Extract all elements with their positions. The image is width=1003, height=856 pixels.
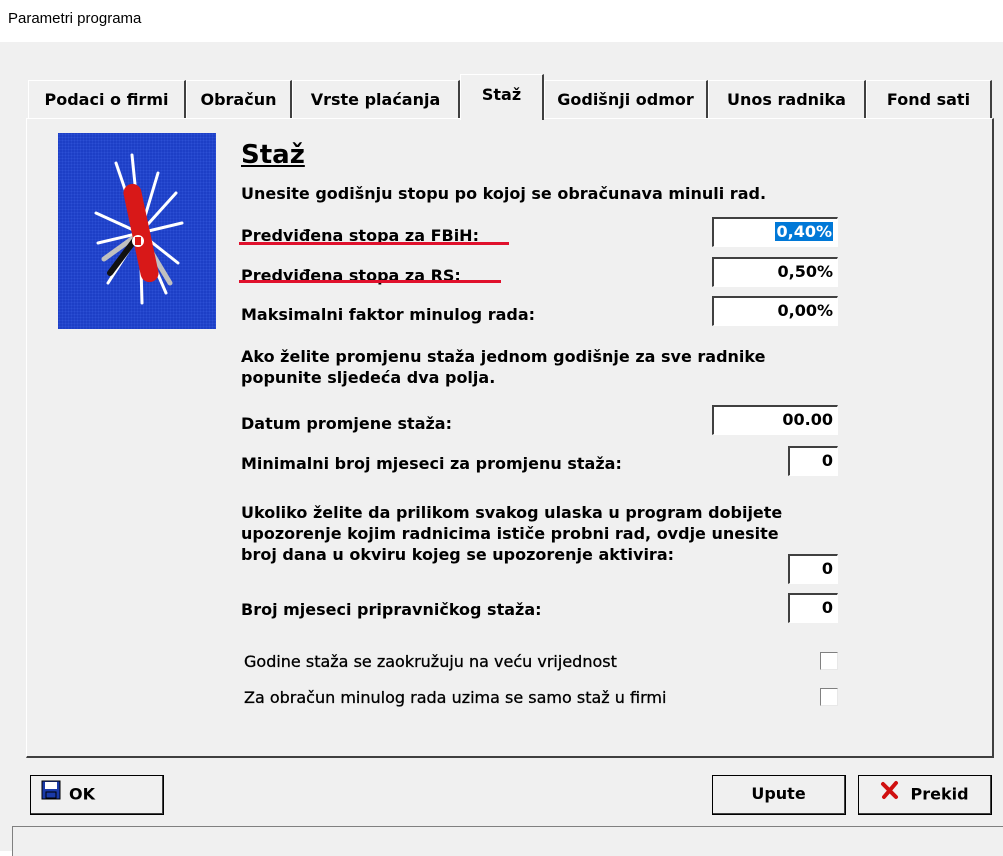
intro-text: Unesite godišnju stopu po kojoj se obrač… — [241, 184, 767, 203]
firm-only-label: Za obračun minulog rada uzima se samo st… — [244, 688, 667, 707]
annotation-underline — [239, 242, 509, 245]
rs-rate-field[interactable]: 0,50% — [712, 257, 838, 287]
tab-fond-sati[interactable]: Fond sati — [866, 80, 992, 118]
tab-godisnji-odmor[interactable]: Godišnji odmor — [544, 80, 708, 118]
round-up-label: Godine staža se zaokružuju na veću vrije… — [244, 652, 617, 671]
probation-line2: upozorenje kojim radnicima ističe probni… — [241, 524, 779, 543]
title-bar: Parametri programa — [0, 0, 1003, 42]
tab-label: Staž — [481, 85, 522, 104]
cancel-button[interactable]: Prekid — [858, 775, 992, 815]
probation-days-value: 0 — [821, 559, 833, 578]
intern-months-label: Broj mjeseci pripravničkog staža: — [241, 600, 542, 619]
change-date-field[interactable]: 00.00 — [712, 405, 838, 435]
change-date-value: 00.00 — [782, 410, 833, 429]
annotation-underline — [239, 280, 501, 283]
status-bar — [12, 826, 1003, 856]
swiss-knife-icon — [94, 153, 184, 305]
min-months-field[interactable]: 0 — [788, 446, 838, 476]
page-heading: Staž — [241, 140, 305, 170]
intern-months-field[interactable]: 0 — [788, 593, 838, 623]
save-disk-icon — [41, 777, 61, 813]
round-up-checkbox[interactable] — [820, 652, 838, 670]
probation-line1: Ukoliko želite da prilikom svakog ulaska… — [241, 503, 783, 522]
tab-label: Godišnji odmor — [557, 90, 694, 109]
change-date-label: Datum promjene staža: — [241, 414, 452, 433]
window-title: Parametri programa — [8, 10, 142, 27]
help-button[interactable]: Upute — [712, 775, 846, 815]
tab-label: Podaci o firmi — [44, 90, 169, 109]
tab-obracun[interactable]: Obračun — [186, 80, 292, 118]
ok-button[interactable]: OK — [30, 775, 164, 815]
min-months-label: Minimalni broj mjeseci za promjenu staža… — [241, 454, 622, 473]
tab-unos-radnika[interactable]: Unos radnika — [708, 80, 866, 118]
tab-podaci-o-firmi[interactable]: Podaci o firmi — [28, 80, 186, 118]
red-x-icon — [880, 777, 900, 813]
ok-button-label: OK — [69, 784, 95, 804]
tab-label: Fond sati — [886, 90, 971, 109]
min-months-value: 0 — [821, 451, 833, 470]
change-intro-line1: Ako želite promjenu staža jednom godišnj… — [241, 347, 766, 366]
intern-months-value: 0 — [821, 598, 833, 617]
tab-vrste-placanja[interactable]: Vrste plaćanja — [292, 80, 460, 118]
tab-label: Obračun — [200, 90, 277, 109]
probation-line3: broj dana u okviru kojeg se upozorenje a… — [241, 545, 675, 564]
max-factor-value: 0,00% — [777, 301, 833, 320]
swiss-knife-logo — [58, 133, 216, 329]
tab-label: Vrste plaćanja — [310, 90, 441, 109]
fbih-rate-field[interactable]: 0,40% — [712, 217, 838, 247]
tab-label: Unos radnika — [727, 90, 846, 109]
probation-days-field[interactable]: 0 — [788, 554, 838, 584]
max-factor-label: Maksimalni faktor minulog rada: — [241, 305, 536, 324]
rs-rate-value: 0,50% — [777, 262, 833, 281]
fbih-rate-value: 0,40% — [775, 222, 833, 241]
cancel-button-label: Prekid — [910, 784, 969, 804]
change-intro-line2: popunite sljedeća dva polja. — [241, 368, 496, 387]
max-factor-field[interactable]: 0,00% — [712, 296, 838, 326]
firm-only-checkbox[interactable] — [820, 688, 838, 706]
tab-staz[interactable]: Staž — [460, 74, 544, 120]
help-button-label: Upute — [751, 784, 806, 803]
